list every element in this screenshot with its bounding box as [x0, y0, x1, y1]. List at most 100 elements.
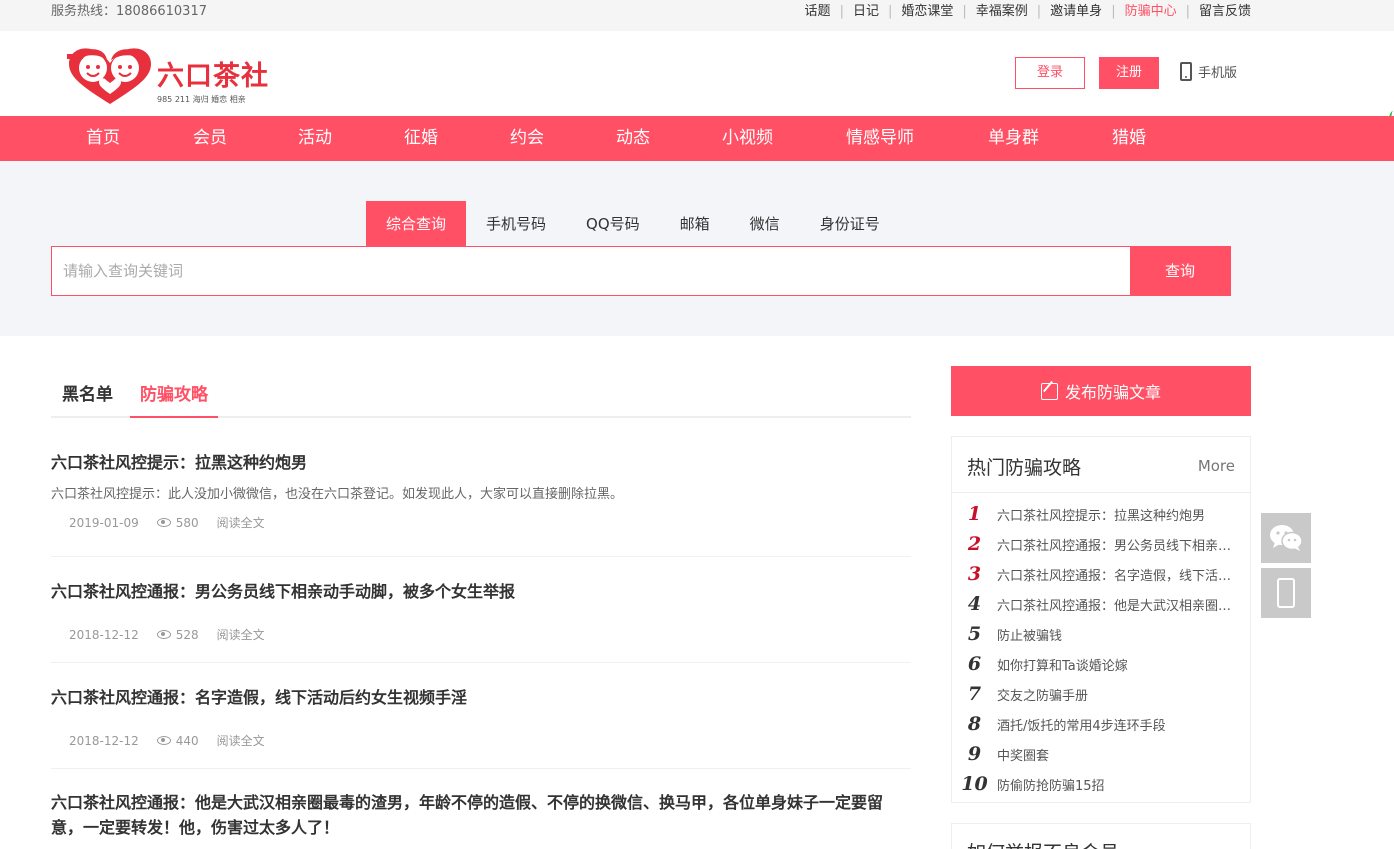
- article-meta: 2019-01-09 580 阅读全文: [51, 514, 911, 531]
- article-item[interactable]: 六口茶社风控提示：拉黑这种约炮男 六口茶社风控提示：此人没加小微微信，也没在六口…: [51, 450, 911, 557]
- article-views: 528: [175, 627, 199, 642]
- article-title[interactable]: 六口茶社风控通报：名字造假，线下活动后约女生视频手淫: [51, 685, 911, 710]
- article-item[interactable]: 六口茶社风控通报：男公务员线下相亲动手动脚，被多个女生举报 2018-12-12…: [51, 579, 911, 663]
- separator: |: [1036, 4, 1042, 19]
- article-title[interactable]: 六口茶社风控提示：拉黑这种约炮男: [51, 450, 911, 475]
- rank-number: 10: [961, 773, 988, 795]
- search-tab-wechat[interactable]: 微信: [730, 201, 800, 246]
- list-item-text[interactable]: 防止被骗钱: [997, 625, 1235, 644]
- list-item-text[interactable]: 中奖圈套: [997, 745, 1235, 764]
- article-item[interactable]: 六口茶社风控通报：名字造假，线下活动后约女生视频手淫 2018-12-12 44…: [51, 685, 911, 769]
- separator: |: [839, 4, 844, 19]
- main-nav: 首页 会员 活动 征婚 约会 动态 小视频 情感导师 单身群 猎婚: [0, 116, 1394, 161]
- list-item[interactable]: 6 如你打算和Ta谈婚论嫁: [952, 649, 1250, 679]
- rank-number: 7: [967, 683, 982, 705]
- list-item-text[interactable]: 六口茶社风控通报：他是大武汉相亲圈最毒的渣男: [997, 595, 1235, 614]
- more-link[interactable]: More: [1198, 457, 1235, 475]
- login-button[interactable]: 登录: [1015, 57, 1085, 89]
- rank-number: 8: [967, 713, 982, 735]
- search-tab-email[interactable]: 邮箱: [660, 201, 730, 246]
- list-item[interactable]: 2 六口茶社风控通报：男公务员线下相亲动手动脚: [952, 529, 1250, 559]
- read-more-link[interactable]: 阅读全文: [217, 626, 265, 643]
- nav-events[interactable]: 活动: [298, 116, 332, 161]
- list-item-text[interactable]: 六口茶社风控通报：名字造假，线下活动后约女生: [997, 565, 1235, 584]
- separator: |: [962, 4, 967, 19]
- list-item-text[interactable]: 如你打算和Ta谈婚论嫁: [997, 655, 1235, 674]
- header: 六口茶社 985 211 海归 婚恋 相亲 登录 注册 手机版: [0, 31, 1394, 141]
- mobile-version-label: 手机版: [1198, 66, 1238, 81]
- list-item[interactable]: 10 防偷防抢防骗15招: [952, 769, 1250, 799]
- main-column: 黑名单 防骗攻略 六口茶社风控提示：拉黑这种约炮男 六口茶社风控提示：此人没加小…: [51, 336, 911, 837]
- top-link-topics[interactable]: 话题: [805, 0, 831, 24]
- eye-icon: [156, 736, 171, 745]
- top-link-feedback[interactable]: 留言反馈: [1199, 0, 1251, 24]
- rank-number: 1: [967, 503, 982, 525]
- tab-antifraud-guide[interactable]: 防骗攻略: [130, 380, 218, 418]
- report-panel-title: 如何举报不良会员: [967, 838, 1119, 849]
- nav-singles-group[interactable]: 单身群: [988, 116, 1039, 161]
- article-meta: 2018-12-12 440 阅读全文: [51, 732, 911, 749]
- list-item-text[interactable]: 防偷防抢防骗15招: [997, 775, 1235, 794]
- nav-dating[interactable]: 约会: [510, 116, 544, 161]
- article-title[interactable]: 六口茶社风控通报：男公务员线下相亲动手动脚，被多个女生举报: [51, 579, 911, 604]
- separator: |: [1111, 4, 1116, 19]
- separator: |: [1185, 4, 1190, 19]
- search-button[interactable]: 查询: [1130, 247, 1230, 295]
- read-more-link[interactable]: 阅读全文: [217, 514, 265, 531]
- article-views: 440: [175, 733, 199, 748]
- nav-home[interactable]: 首页: [86, 116, 120, 161]
- top-link-diary[interactable]: 日记: [853, 0, 879, 24]
- list-item-text[interactable]: 酒托/饭托的常用4步连环手段: [997, 715, 1235, 734]
- read-more-link[interactable]: 阅读全文: [217, 732, 265, 749]
- publish-article-button[interactable]: 发布防骗文章: [951, 366, 1251, 416]
- list-item-text[interactable]: 六口茶社风控提示：拉黑这种约炮男: [997, 505, 1235, 524]
- top-link-class[interactable]: 婚恋课堂: [901, 0, 953, 24]
- search-tab-phone[interactable]: 手机号码: [466, 201, 566, 246]
- article-date: 2019-01-09: [69, 515, 139, 530]
- top-link-cases[interactable]: 幸福案例: [976, 0, 1028, 24]
- search-area: 综合查询 手机号码 QQ号码 邮箱 微信 身份证号 查询: [0, 161, 1394, 336]
- nav-mentors[interactable]: 情感导师: [846, 116, 914, 161]
- list-item[interactable]: 8 酒托/饭托的常用4步连环手段: [952, 709, 1250, 739]
- search-input[interactable]: [52, 247, 1130, 295]
- mobile-version-link[interactable]: 手机版: [1180, 62, 1237, 81]
- nav-personals[interactable]: 征婚: [404, 116, 438, 161]
- top-link-invite[interactable]: 邀请单身: [1050, 0, 1102, 24]
- report-panel: 如何举报不良会员: [951, 823, 1251, 849]
- nav-matchmaking[interactable]: 猎婚: [1112, 116, 1146, 161]
- couple-logo-icon: [67, 48, 151, 104]
- search-tab-general[interactable]: 综合查询: [366, 201, 467, 246]
- list-item[interactable]: 7 交友之防骗手册: [952, 679, 1250, 709]
- article-title[interactable]: 六口茶社风控通报：他是大武汉相亲圈最毒的渣男，年龄不停的造假、不停的换微信、换马…: [51, 790, 911, 840]
- site-logo[interactable]: 六口茶社 985 211 海归 婚恋 相亲: [65, 42, 275, 106]
- search-tab-qq[interactable]: QQ号码: [566, 201, 660, 246]
- list-item[interactable]: 3 六口茶社风控通报：名字造假，线下活动后约女生: [952, 559, 1250, 589]
- nav-members[interactable]: 会员: [193, 116, 227, 161]
- float-wechat-button[interactable]: [1261, 513, 1311, 563]
- register-button[interactable]: 注册: [1099, 57, 1159, 89]
- nav-feed[interactable]: 动态: [616, 116, 650, 161]
- eye-icon: [156, 518, 171, 527]
- publish-label: 发布防骗文章: [1064, 383, 1161, 402]
- search-tab-idcard[interactable]: 身份证号: [800, 201, 900, 246]
- hot-guides-title: 热门防骗攻略: [967, 457, 1082, 479]
- nav-videos[interactable]: 小视频: [722, 116, 773, 161]
- list-item[interactable]: 5 防止被骗钱: [952, 619, 1250, 649]
- article-item[interactable]: 六口茶社风控通报：他是大武汉相亲圈最毒的渣男，年龄不停的造假、不停的换微信、换马…: [51, 790, 911, 849]
- rank-number: 6: [967, 653, 982, 675]
- search-tabs: 综合查询 手机号码 QQ号码 邮箱 微信 身份证号: [366, 201, 900, 246]
- float-mobile-button[interactable]: [1261, 568, 1311, 618]
- phone-icon: [1180, 62, 1192, 81]
- top-bar: 服务热线：18086610317 话题 | 日记 | 婚恋课堂 | 幸福案例 | 邀请单…: [0, 0, 1394, 31]
- list-item[interactable]: 4 六口茶社风控通报：他是大武汉相亲圈最毒的渣男: [952, 589, 1250, 619]
- list-item-text[interactable]: 六口茶社风控通报：男公务员线下相亲动手动脚: [997, 535, 1235, 554]
- list-item-text[interactable]: 交友之防骗手册: [997, 685, 1235, 704]
- logo-slogan: 985 211 海归 婚恋 相亲: [157, 95, 246, 104]
- separator: |: [887, 4, 893, 19]
- article-desc: 六口茶社风控提示：此人没加小微微信，也没在六口茶登记。如发现此人，大家可以直接删…: [51, 487, 624, 502]
- hot-guides-header: 热门防骗攻略 More: [952, 437, 1250, 493]
- top-link-antifraud[interactable]: 防骗中心: [1125, 0, 1177, 24]
- list-item[interactable]: 1 六口茶社风控提示：拉黑这种约炮男: [952, 499, 1250, 529]
- list-item[interactable]: 9 中奖圈套: [952, 739, 1250, 769]
- tab-blacklist[interactable]: 黑名单: [62, 380, 113, 416]
